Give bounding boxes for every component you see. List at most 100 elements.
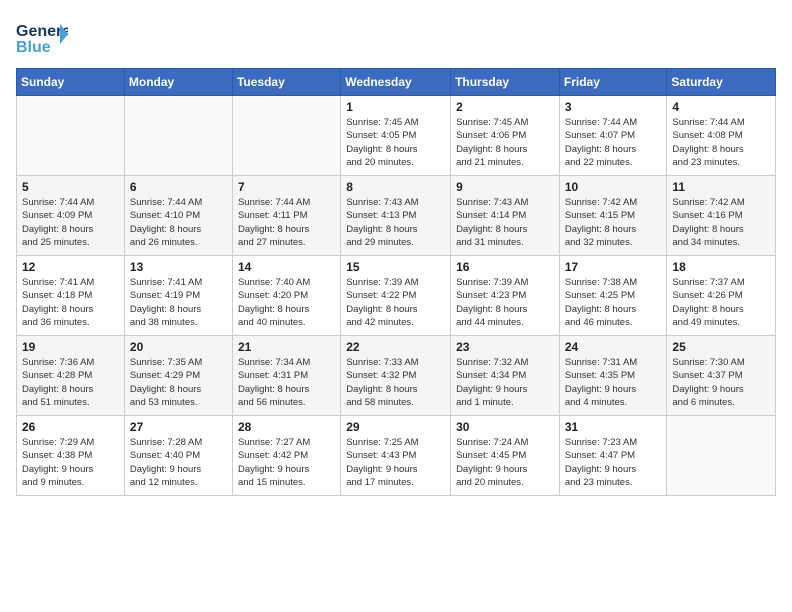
day-info: Sunrise: 7:25 AM Sunset: 4:43 PM Dayligh… — [346, 436, 445, 489]
day-number: 28 — [238, 420, 335, 434]
day-cell: 4 Sunrise: 7:44 AM Sunset: 4:08 PM Daylig… — [667, 96, 776, 176]
weekday-header-saturday: Saturday — [667, 69, 776, 96]
day-info: Sunrise: 7:43 AM Sunset: 4:14 PM Dayligh… — [456, 196, 554, 249]
day-info: Sunrise: 7:30 AM Sunset: 4:37 PM Dayligh… — [672, 356, 770, 409]
day-cell — [124, 96, 232, 176]
weekday-header-row: SundayMondayTuesdayWednesdayThursdayFrid… — [17, 69, 776, 96]
day-cell: 31 Sunrise: 7:23 AM Sunset: 4:47 PM Dayli… — [559, 416, 667, 496]
day-info: Sunrise: 7:41 AM Sunset: 4:18 PM Dayligh… — [22, 276, 119, 329]
day-number: 31 — [565, 420, 662, 434]
day-info: Sunrise: 7:44 AM Sunset: 4:09 PM Dayligh… — [22, 196, 119, 249]
day-cell: 14 Sunrise: 7:40 AM Sunset: 4:20 PM Dayli… — [232, 256, 340, 336]
day-info: Sunrise: 7:43 AM Sunset: 4:13 PM Dayligh… — [346, 196, 445, 249]
day-number: 10 — [565, 180, 662, 194]
day-number: 5 — [22, 180, 119, 194]
week-row-1: 1 Sunrise: 7:45 AM Sunset: 4:05 PM Daylig… — [17, 96, 776, 176]
day-cell — [232, 96, 340, 176]
weekday-header-tuesday: Tuesday — [232, 69, 340, 96]
day-number: 25 — [672, 340, 770, 354]
day-cell: 12 Sunrise: 7:41 AM Sunset: 4:18 PM Dayli… — [17, 256, 125, 336]
day-number: 6 — [130, 180, 227, 194]
day-info: Sunrise: 7:29 AM Sunset: 4:38 PM Dayligh… — [22, 436, 119, 489]
day-cell: 20 Sunrise: 7:35 AM Sunset: 4:29 PM Dayli… — [124, 336, 232, 416]
svg-text:Blue: Blue — [16, 39, 51, 56]
day-cell: 23 Sunrise: 7:32 AM Sunset: 4:34 PM Dayli… — [451, 336, 560, 416]
day-info: Sunrise: 7:45 AM Sunset: 4:06 PM Dayligh… — [456, 116, 554, 169]
day-cell: 22 Sunrise: 7:33 AM Sunset: 4:32 PM Dayli… — [341, 336, 451, 416]
day-number: 13 — [130, 260, 227, 274]
day-info: Sunrise: 7:27 AM Sunset: 4:42 PM Dayligh… — [238, 436, 335, 489]
logo-icon: General Blue — [16, 16, 68, 58]
day-cell: 9 Sunrise: 7:43 AM Sunset: 4:14 PM Daylig… — [451, 176, 560, 256]
week-row-3: 12 Sunrise: 7:41 AM Sunset: 4:18 PM Dayli… — [17, 256, 776, 336]
day-number: 27 — [130, 420, 227, 434]
day-cell: 7Sunrise: 7:44 AM Sunset: 4:11 PM Daylig… — [232, 176, 340, 256]
day-number: 11 — [672, 180, 770, 194]
day-info: Sunrise: 7:33 AM Sunset: 4:32 PM Dayligh… — [346, 356, 445, 409]
day-info: Sunrise: 7:34 AM Sunset: 4:31 PM Dayligh… — [238, 356, 335, 409]
day-number: 23 — [456, 340, 554, 354]
calendar-table: SundayMondayTuesdayWednesdayThursdayFrid… — [16, 68, 776, 496]
page-header: General Blue — [16, 16, 776, 58]
weekday-header-wednesday: Wednesday — [341, 69, 451, 96]
day-info: Sunrise: 7:44 AM Sunset: 4:08 PM Dayligh… — [672, 116, 770, 169]
day-number: 22 — [346, 340, 445, 354]
day-cell: 28 Sunrise: 7:27 AM Sunset: 4:42 PM Dayli… — [232, 416, 340, 496]
day-info: Sunrise: 7:40 AM Sunset: 4:20 PM Dayligh… — [238, 276, 335, 329]
day-cell: 18 Sunrise: 7:37 AM Sunset: 4:26 PM Dayli… — [667, 256, 776, 336]
day-number: 26 — [22, 420, 119, 434]
weekday-header-sunday: Sunday — [17, 69, 125, 96]
day-info: Sunrise: 7:44 AM Sunset: 4:07 PM Dayligh… — [565, 116, 662, 169]
day-number: 19 — [22, 340, 119, 354]
day-info: Sunrise: 7:45 AM Sunset: 4:05 PM Dayligh… — [346, 116, 445, 169]
day-cell — [667, 416, 776, 496]
day-number: 8 — [346, 180, 445, 194]
day-info: Sunrise: 7:37 AM Sunset: 4:26 PM Dayligh… — [672, 276, 770, 329]
day-cell: 25 Sunrise: 7:30 AM Sunset: 4:37 PM Dayli… — [667, 336, 776, 416]
day-cell: 6Sunrise: 7:44 AM Sunset: 4:10 PM Daylig… — [124, 176, 232, 256]
day-cell: 21Sunrise: 7:34 AM Sunset: 4:31 PM Dayli… — [232, 336, 340, 416]
day-info: Sunrise: 7:42 AM Sunset: 4:16 PM Dayligh… — [672, 196, 770, 249]
day-number: 12 — [22, 260, 119, 274]
day-info: Sunrise: 7:39 AM Sunset: 4:22 PM Dayligh… — [346, 276, 445, 329]
day-number: 18 — [672, 260, 770, 274]
day-cell: 11 Sunrise: 7:42 AM Sunset: 4:16 PM Dayli… — [667, 176, 776, 256]
day-cell: 2 Sunrise: 7:45 AM Sunset: 4:06 PM Daylig… — [451, 96, 560, 176]
weekday-header-friday: Friday — [559, 69, 667, 96]
day-info: Sunrise: 7:23 AM Sunset: 4:47 PM Dayligh… — [565, 436, 662, 489]
day-cell: 30 Sunrise: 7:24 AM Sunset: 4:45 PM Dayli… — [451, 416, 560, 496]
day-cell: 1 Sunrise: 7:45 AM Sunset: 4:05 PM Daylig… — [341, 96, 451, 176]
day-number: 2 — [456, 100, 554, 114]
day-info: Sunrise: 7:35 AM Sunset: 4:29 PM Dayligh… — [130, 356, 227, 409]
day-number: 15 — [346, 260, 445, 274]
day-number: 14 — [238, 260, 335, 274]
day-number: 29 — [346, 420, 445, 434]
week-row-4: 19Sunrise: 7:36 AM Sunset: 4:28 PM Dayli… — [17, 336, 776, 416]
day-number: 3 — [565, 100, 662, 114]
day-cell: 29 Sunrise: 7:25 AM Sunset: 4:43 PM Dayli… — [341, 416, 451, 496]
day-cell: 24 Sunrise: 7:31 AM Sunset: 4:35 PM Dayli… — [559, 336, 667, 416]
day-cell: 17Sunrise: 7:38 AM Sunset: 4:25 PM Dayli… — [559, 256, 667, 336]
week-row-2: 5 Sunrise: 7:44 AM Sunset: 4:09 PM Daylig… — [17, 176, 776, 256]
day-cell: 16Sunrise: 7:39 AM Sunset: 4:23 PM Dayli… — [451, 256, 560, 336]
day-number: 7 — [238, 180, 335, 194]
day-info: Sunrise: 7:28 AM Sunset: 4:40 PM Dayligh… — [130, 436, 227, 489]
day-info: Sunrise: 7:42 AM Sunset: 4:15 PM Dayligh… — [565, 196, 662, 249]
day-info: Sunrise: 7:38 AM Sunset: 4:25 PM Dayligh… — [565, 276, 662, 329]
day-number: 30 — [456, 420, 554, 434]
day-info: Sunrise: 7:41 AM Sunset: 4:19 PM Dayligh… — [130, 276, 227, 329]
day-number: 9 — [456, 180, 554, 194]
weekday-header-thursday: Thursday — [451, 69, 560, 96]
day-number: 1 — [346, 100, 445, 114]
day-info: Sunrise: 7:31 AM Sunset: 4:35 PM Dayligh… — [565, 356, 662, 409]
day-info: Sunrise: 7:32 AM Sunset: 4:34 PM Dayligh… — [456, 356, 554, 409]
day-info: Sunrise: 7:24 AM Sunset: 4:45 PM Dayligh… — [456, 436, 554, 489]
week-row-5: 26 Sunrise: 7:29 AM Sunset: 4:38 PM Dayli… — [17, 416, 776, 496]
day-cell: 26 Sunrise: 7:29 AM Sunset: 4:38 PM Dayli… — [17, 416, 125, 496]
day-cell: 3 Sunrise: 7:44 AM Sunset: 4:07 PM Daylig… — [559, 96, 667, 176]
day-number: 4 — [672, 100, 770, 114]
logo: General Blue — [16, 16, 68, 58]
day-cell — [17, 96, 125, 176]
day-number: 24 — [565, 340, 662, 354]
day-number: 20 — [130, 340, 227, 354]
